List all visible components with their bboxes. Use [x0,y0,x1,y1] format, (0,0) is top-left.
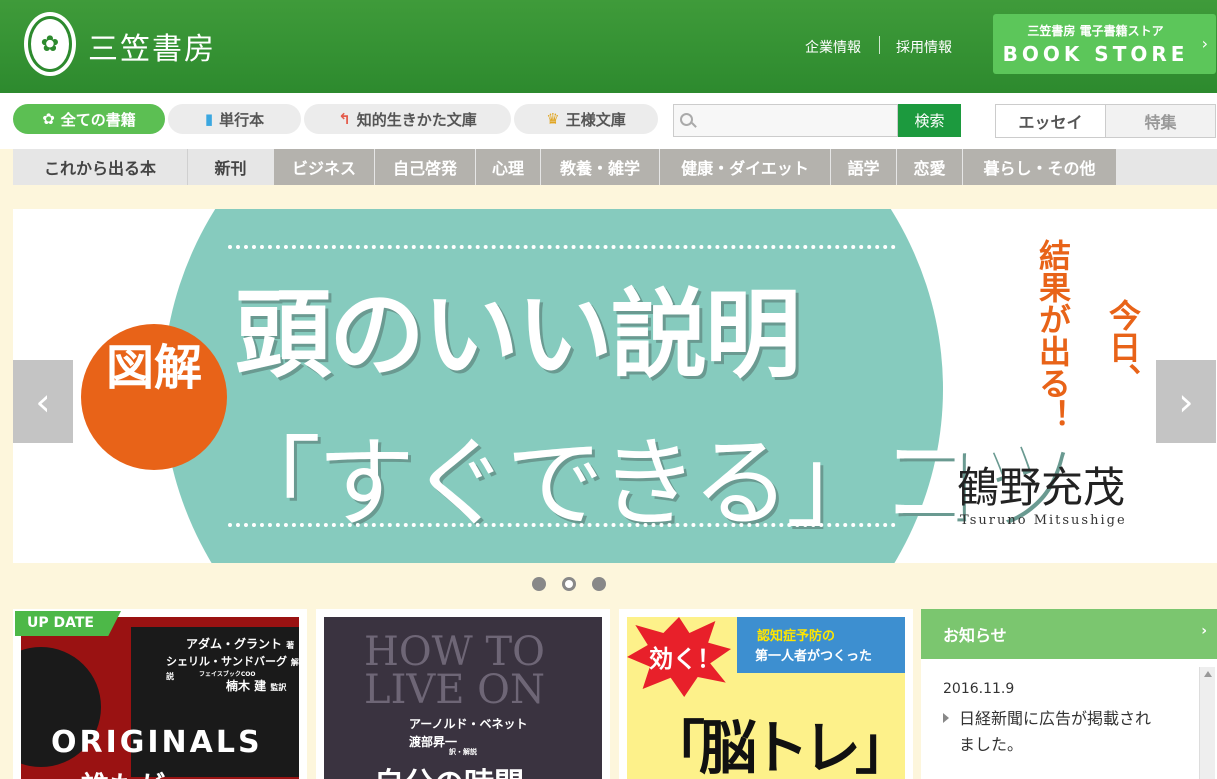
category-upcoming[interactable]: これから出る本 [13,149,187,185]
tab-hardcover[interactable]: ▮ 単行本 [168,104,301,134]
book-title: 「脳トレ」 [647,714,905,779]
tab-chiteki-bunko[interactable]: ↰ 知的生きかた文庫 [304,104,511,134]
book-author: アーノルド・ベネット [409,717,528,731]
chevron-right-icon: › [1201,623,1207,639]
crown-icon: ♛ [546,110,560,128]
book-translator-role: 訳・解説 [449,748,477,756]
tab-all-books[interactable]: ✿ 全ての書籍 [13,104,165,134]
tab-essay[interactable]: エッセイ [995,104,1106,138]
banner-tagline-result: 結果が出る！ [1034,239,1072,431]
book-card-how-to-live-on[interactable]: HOW TO LIVE ON アーノルド・ベネット 渡部昇一 訳・解説 自分の時… [316,609,610,779]
book-cover: 認知症予防の 第一人者がつくった 効く！ 「脳トレ」 [627,617,905,779]
carousel-dot[interactable] [532,577,546,591]
carousel-dot-active[interactable] [562,577,576,591]
logo-emblem-icon[interactable]: ✿ [24,12,76,76]
banner-author: 鶴野充茂 [957,463,1126,512]
category-business[interactable]: ビジネス [273,149,374,185]
book-cover: HOW TO LIVE ON アーノルド・ベネット 渡部昇一 訳・解説 自分の時… [324,617,602,779]
tab-label: 王様文庫 [565,110,626,129]
dotted-divider [228,245,896,249]
tab-label: 単行本 [219,110,265,129]
category-culture[interactable]: 教養・雑学 [540,149,659,185]
recruit-info-link[interactable]: 採用情報 [896,37,952,57]
carousel-prev-button[interactable]: ‹ [13,360,73,443]
chevron-right-icon: › [1201,34,1208,53]
flower-icon: ✿ [42,110,55,128]
category-lifestyle[interactable]: 暮らし・その他 [962,149,1116,185]
tab-label: 知的生きかた文庫 [356,110,477,129]
news-panel: お知らせ › 2016.11.9 日経新聞に広告が掲載されました。 [921,609,1217,779]
search-input[interactable] [698,105,894,136]
site-logo-text[interactable]: 三笠書房 [88,24,216,68]
dotted-divider [228,523,896,527]
banner-author-romaji: Tsuruno Mitsushige [960,513,1127,528]
hero-banner[interactable]: 頭のいい説明 「すぐできる」コツ 図解 今日、 結果が出る！ 鶴野充茂 Tsur… [13,209,1217,563]
pen-icon: ↰ [338,110,351,128]
book-cover: アダム・グラント 著 シェリル・サンドバーグ 解説 フェイスブックCOO 楠木 … [21,617,299,779]
tab-label: 全ての書籍 [60,110,136,129]
banner-tagline-today: 今日、 [1104,299,1142,395]
carousel-next-button[interactable]: › [1156,360,1216,443]
book-author: アダム・グラント 著 [186,637,295,651]
book-subtitle: 誰もが [81,765,165,779]
tab-features[interactable]: 特集 [1105,104,1216,138]
banner-title-line1: 頭のいい説明 [235,279,801,391]
ebook-store-subtitle: 三笠書房 電子書籍ストア [1027,24,1164,38]
category-health-diet[interactable]: 健康・ダイエット [659,149,830,185]
book-translator: 楠木 建 監訳 [226,679,287,693]
search-box [673,104,898,137]
book-icon: ▮ [204,110,214,128]
primary-tab-bar: ✿ 全ての書籍 ▮ 単行本 ↰ 知的生きかた文庫 ♛ 王様文庫 検索 エッセイ … [0,93,1217,149]
book-tagline: 認知症予防の [757,629,836,644]
scroll-up-icon[interactable] [1204,671,1212,677]
ebook-store-title: BOOK STORE [1002,42,1189,66]
category-nav: これから出る本 新刊 ビジネス 自己啓発 心理 教養・雑学 健康・ダイエット 語… [13,149,1217,185]
header-link-divider [879,36,880,54]
search-button[interactable]: 検索 [898,104,961,137]
book-title: ORIGINALS [51,725,263,760]
ebook-store-button[interactable]: 三笠書房 電子書籍ストア BOOK STORE › [993,14,1216,74]
news-scrollbar[interactable] [1199,667,1215,779]
site-header: ✿ 三笠書房 企業情報 採用情報 三笠書房 電子書籍ストア BOOK STORE… [0,0,1217,93]
book-burst: 効く！ [649,645,721,673]
update-badge: UP DATE [15,611,121,636]
news-date: 2016.11.9 [943,681,1015,697]
news-item-link[interactable]: 日経新聞に広告が掲載されました。 [959,706,1159,758]
news-header[interactable]: お知らせ › [921,609,1217,659]
corporate-info-link[interactable]: 企業情報 [805,37,861,57]
category-love[interactable]: 恋愛 [896,149,962,185]
category-self-help[interactable]: 自己啓発 [374,149,475,185]
search-icon [680,113,693,126]
banner-badge: 図解 [81,324,227,470]
news-heading: お知らせ [943,626,1007,645]
book-tagline: 第一人者がつくった [755,649,873,664]
category-psychology[interactable]: 心理 [475,149,540,185]
category-language[interactable]: 語学 [830,149,896,185]
book-title: 自分の時間 [374,759,524,779]
category-new[interactable]: 新刊 [187,149,273,185]
book-card-brain-training[interactable]: 認知症予防の 第一人者がつくった 効く！ 「脳トレ」 [619,609,913,779]
triangle-bullet-icon [943,713,949,723]
carousel-dot[interactable] [592,577,606,591]
tab-ousama-bunko[interactable]: ♛ 王様文庫 [514,104,658,134]
book-eng-title: LIVE ON [364,667,545,713]
